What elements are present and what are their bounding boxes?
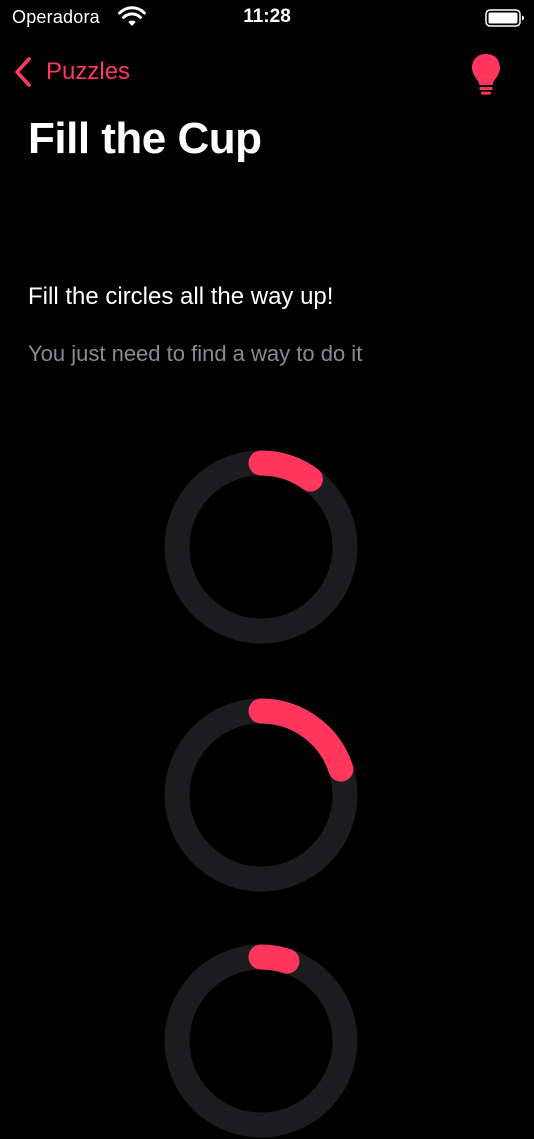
cup-ring-1[interactable]	[163, 449, 359, 645]
instruction-text: Fill the circles all the way up!	[28, 283, 334, 310]
battery-icon	[485, 9, 524, 27]
lightbulb-icon	[472, 54, 500, 95]
back-button[interactable]: Puzzles	[12, 52, 130, 92]
cup-ring-3[interactable]	[163, 943, 359, 1139]
hint-subtext: You just need to find a way to do it	[28, 341, 363, 366]
navigation-bar: Puzzles	[0, 44, 534, 100]
hint-button[interactable]	[466, 52, 506, 96]
page-title: Fill the Cup	[28, 114, 262, 163]
progress-ring-icon	[164, 698, 358, 892]
status-bar: Operadora 11:28	[0, 0, 534, 36]
cup-ring-2[interactable]	[163, 697, 359, 893]
back-button-label: Puzzles	[46, 58, 131, 85]
progress-ring-icon	[164, 944, 358, 1138]
chevron-left-icon	[15, 57, 31, 87]
status-time: 11:28	[243, 6, 291, 27]
ring-track	[164, 944, 358, 1138]
ring-track	[164, 450, 358, 644]
progress-ring-icon	[164, 450, 358, 644]
